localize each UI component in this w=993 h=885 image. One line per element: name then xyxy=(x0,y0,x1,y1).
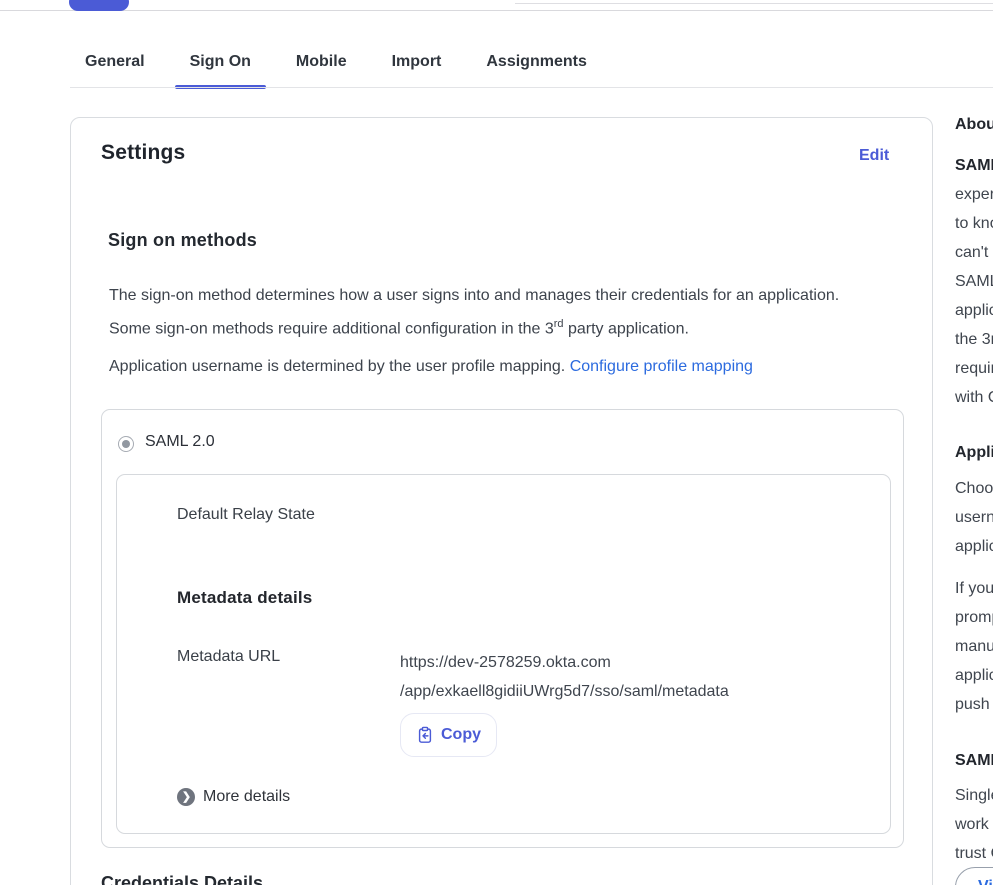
more-details-toggle[interactable]: ❯ More details xyxy=(177,788,290,806)
ordinal-suffix: rd xyxy=(554,318,564,330)
about-line: required to complete the integration xyxy=(955,354,993,383)
saml-setup-paragraph: Single Sign On using SAML will not work … xyxy=(955,781,993,868)
chevron-right-icon: ❯ xyxy=(177,788,195,806)
description-text-end: party application. xyxy=(564,320,689,337)
application-username-paragraph: Choose a format to use as the default us… xyxy=(955,474,993,561)
about-lead-bold: SAML 2.0 xyxy=(955,157,993,174)
app-username-line: push provisioning features. xyxy=(955,690,993,719)
metadata-url-label: Metadata URL xyxy=(177,648,280,666)
app-username-line: If you select None you will be xyxy=(955,574,993,603)
about-heading: About xyxy=(955,112,993,137)
about-line: the 3rd party application may be xyxy=(955,325,993,354)
tab-import[interactable]: Import xyxy=(377,35,457,89)
settings-card: Settings Edit Sign on methods The sign-o… xyxy=(70,117,933,885)
sign-on-page: General Sign On Mobile Import Assignment… xyxy=(0,0,993,885)
app-username-line: Choose a format to use as the default xyxy=(955,474,993,503)
app-username-line: prompted to enter the username xyxy=(955,603,993,632)
copy-icon xyxy=(416,726,434,744)
sign-on-methods-heading: Sign on methods xyxy=(108,230,257,251)
saml-option-box: SAML 2.0 Default Relay State Metadata de… xyxy=(101,409,904,848)
view-saml-setup-instructions-button[interactable]: View SAML setup instructions xyxy=(955,867,993,885)
copy-label: Copy xyxy=(441,726,481,744)
app-tabs: General Sign On Mobile Import Assignment… xyxy=(70,35,602,89)
tab-sign-on[interactable]: Sign On xyxy=(175,35,266,89)
about-line: with Okta. xyxy=(955,383,993,412)
configure-profile-mapping-link[interactable]: Configure profile mapping xyxy=(570,358,753,375)
username-mapping-description: Application username is determined by th… xyxy=(109,352,889,381)
about-sidebar: About SAML 2.0 streamlines the end user … xyxy=(955,112,993,885)
sign-on-methods-description: The sign-on method determines how a user… xyxy=(109,281,844,343)
about-paragraph: SAML 2.0 streamlines the end user experi… xyxy=(955,151,993,412)
saml-setup-line: work until you configure the app to xyxy=(955,810,993,839)
app-username-line: manually when assigning an xyxy=(955,632,993,661)
tab-mobile[interactable]: Mobile xyxy=(281,35,362,89)
metadata-url-line1: https://dev-2578259.okta.com xyxy=(400,648,729,677)
metadata-details-heading: Metadata details xyxy=(177,588,312,608)
credentials-details-heading: Credentials Details xyxy=(101,873,263,885)
app-username-line: username value when assigning the xyxy=(955,503,993,532)
saml-setup-heading: SAML Setup xyxy=(955,748,993,773)
setup-instructions-label: View SAML setup instructions xyxy=(978,878,993,885)
app-username-line: application with password or profile xyxy=(955,661,993,690)
application-username-heading: Application Username xyxy=(955,440,993,465)
description-text: The sign-on method determines how a user… xyxy=(109,287,839,337)
about-line: can't edit their credentials when xyxy=(955,238,993,267)
mapping-text: Application username is determined by th… xyxy=(109,358,570,375)
top-divider-secondary xyxy=(515,3,993,4)
about-line: SAML 2.0 is configured for this xyxy=(955,267,993,296)
top-divider xyxy=(0,10,993,11)
metadata-url-value: https://dev-2578259.okta.com /app/exkael… xyxy=(400,648,729,706)
saml-setup-line: trust Okta as an IdP. xyxy=(955,839,993,868)
saml-radio-selected[interactable] xyxy=(118,436,134,452)
copy-button[interactable]: Copy xyxy=(400,713,497,757)
about-line: experience by not requiring the user xyxy=(955,180,993,209)
tab-general[interactable]: General xyxy=(70,35,160,89)
default-relay-state-label: Default Relay State xyxy=(177,506,315,524)
saml-setup-line: Single Sign On using SAML will not xyxy=(955,781,993,810)
about-line: application. Additional configuration in xyxy=(955,296,993,325)
tabs-divider xyxy=(70,87,993,88)
more-details-label: More details xyxy=(203,788,290,806)
saml-details-box: Default Relay State Metadata details Met… xyxy=(116,474,891,834)
edit-button[interactable]: Edit xyxy=(859,147,889,165)
metadata-url-line2: /app/exkaell8gidiiUWrg5d7/sso/saml/metad… xyxy=(400,677,729,706)
active-indicator-pill xyxy=(69,0,129,11)
application-username-paragraph2: If you select None you will be prompted … xyxy=(955,574,993,719)
settings-title: Settings xyxy=(101,141,185,165)
tab-assignments[interactable]: Assignments xyxy=(471,35,601,89)
saml-radio-label: SAML 2.0 xyxy=(145,433,215,451)
about-line: to know their credentials. Users xyxy=(955,209,993,238)
app-username-line: application to users. xyxy=(955,532,993,561)
